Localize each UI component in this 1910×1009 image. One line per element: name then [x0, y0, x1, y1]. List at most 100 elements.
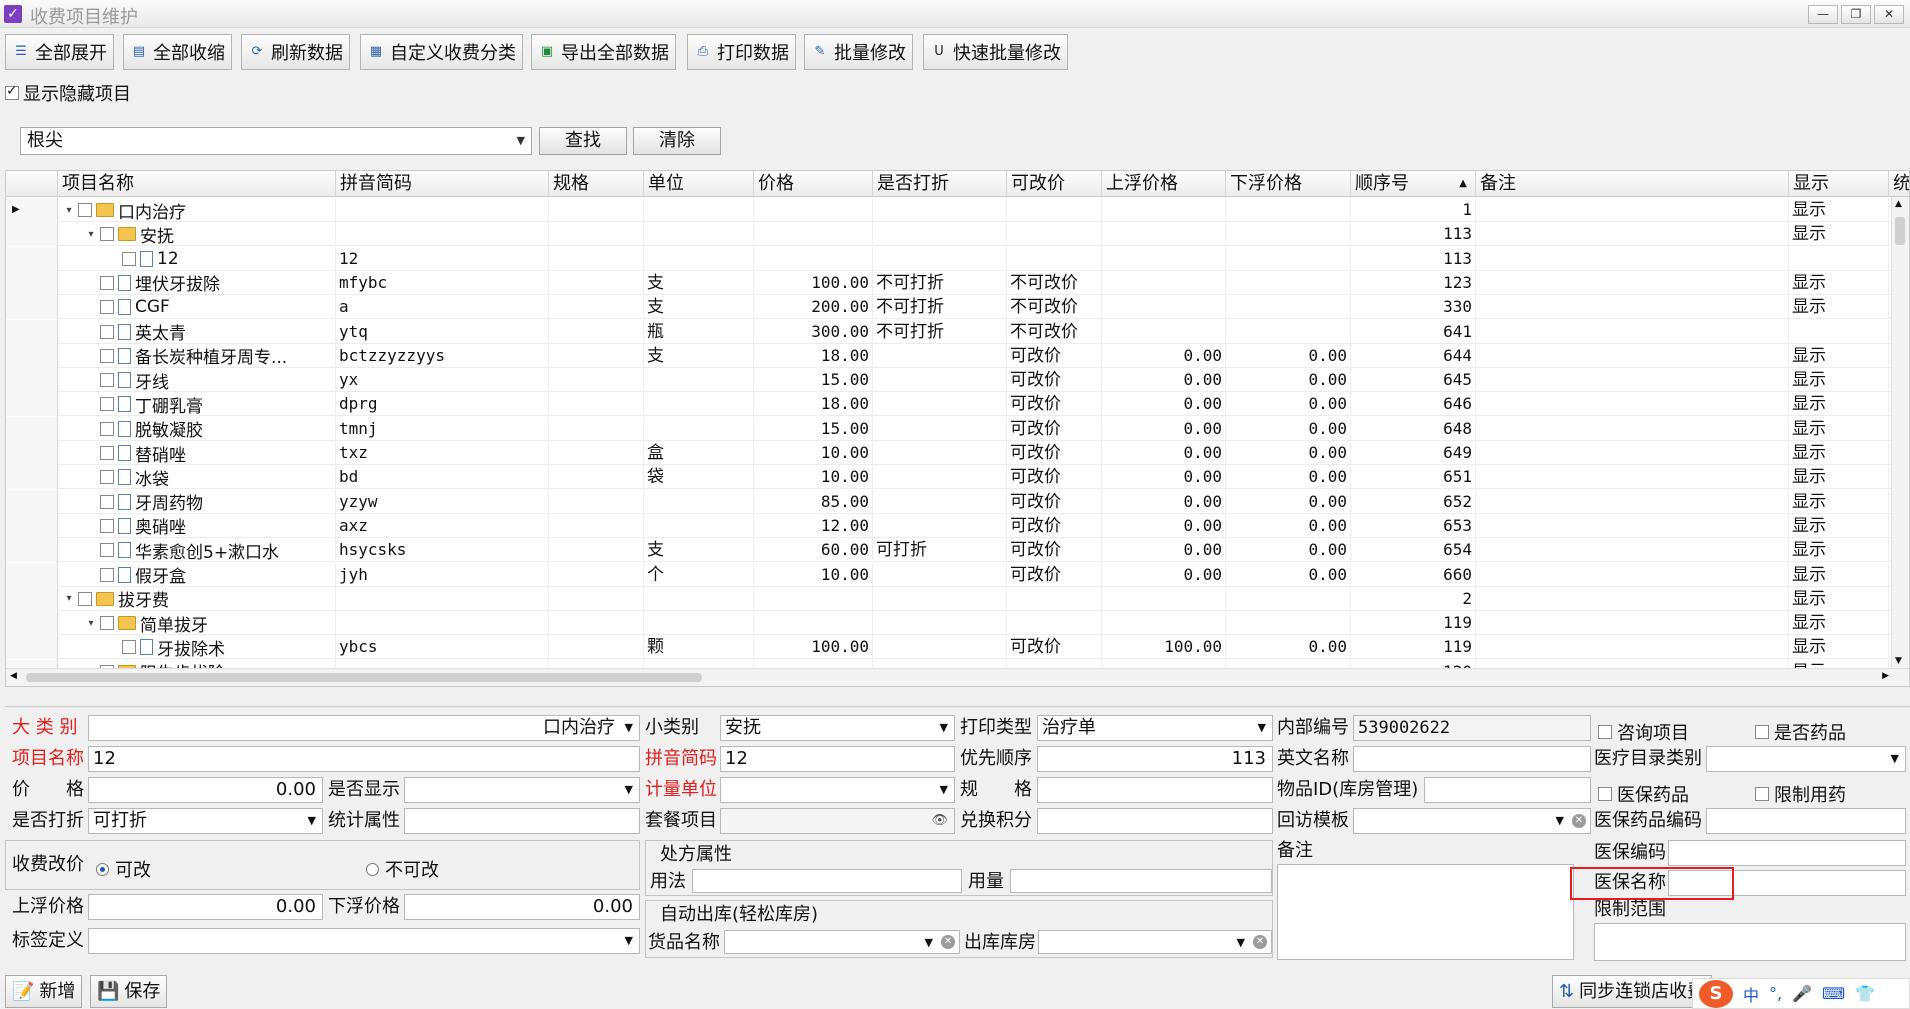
search-input[interactable]: 根尖 ▼	[20, 127, 532, 155]
row-checkbox[interactable]	[100, 494, 114, 509]
package-item-field[interactable]: 👁	[720, 808, 955, 834]
print-type-select[interactable]: 治疗单 ▼	[1037, 715, 1273, 741]
row-indicator[interactable]	[6, 319, 58, 344]
item-name-field[interactable]: 12	[88, 746, 640, 772]
horizontal-scroll-thumb[interactable]	[26, 673, 702, 682]
col-remarks[interactable]: 备注	[1476, 171, 1789, 197]
expand-toggle-icon[interactable]: ▾	[86, 229, 96, 240]
row-indicator[interactable]	[6, 368, 58, 393]
clear-icon[interactable]: ✕	[1572, 814, 1586, 828]
row-indicator[interactable]	[6, 416, 58, 441]
quick-batch-edit-button[interactable]: U 快速批量修改	[923, 34, 1068, 70]
row-indicator[interactable]	[6, 538, 58, 563]
row-indicator[interactable]	[6, 611, 58, 636]
table-row[interactable]: 脱敏凝胶 tmnj 15.00 可改价 0.00 0.00 648 显示	[6, 416, 1909, 441]
row-checkbox[interactable]	[100, 275, 114, 290]
english-name-field[interactable]	[1353, 746, 1591, 772]
row-indicator[interactable]	[6, 270, 58, 295]
table-row[interactable]: ▾ 简单拔牙 119 显示	[6, 611, 1909, 636]
chevron-down-icon[interactable]: ▼	[517, 128, 525, 154]
tag-def-select[interactable]: ▼	[88, 928, 640, 954]
row-checkbox[interactable]	[100, 348, 114, 363]
row-checkbox[interactable]	[78, 203, 92, 217]
collapse-all-button[interactable]: ▤ 全部收缩	[123, 34, 232, 70]
discount-select[interactable]: 可打折 ▼	[88, 808, 323, 834]
table-row[interactable]: 华素愈创5+漱口水 hsycsks 支 60.00 可打折 可改价 0.00 0.00 654 显…	[6, 538, 1909, 563]
find-button[interactable]: 查找	[539, 127, 627, 155]
table-row[interactable]: 假牙盒 jyh 个 10.00 可改价 0.00 0.00 660 显示	[6, 562, 1909, 587]
col-down-price[interactable]: 下浮价格	[1226, 171, 1351, 197]
batch-edit-button[interactable]: ✎ 批量修改	[804, 34, 913, 70]
row-checkbox[interactable]	[100, 446, 114, 460]
col-pinyin[interactable]: 拼音简码	[336, 171, 549, 197]
sync-chain-button[interactable]: ⇅ 同步连锁店收费	[1552, 975, 1712, 1008]
stat-attr-field[interactable]	[404, 808, 640, 834]
row-indicator[interactable]	[6, 659, 58, 668]
ime-language[interactable]: 中	[1743, 982, 1759, 1006]
row-checkbox[interactable]	[100, 300, 114, 315]
show-hidden-check[interactable]	[5, 83, 19, 100]
row-checkbox[interactable]	[100, 470, 114, 485]
clear-icon[interactable]: ✕	[1253, 935, 1267, 949]
print-button[interactable]: ⎙ 打印数据	[687, 34, 796, 70]
microphone-icon[interactable]: 🎤	[1792, 984, 1812, 1003]
table-row[interactable]: 牙周药物 yzyw 85.00 可改价 0.00 0.00 652 显示	[6, 489, 1909, 514]
minimize-button[interactable]: —	[1808, 5, 1838, 24]
row-indicator[interactable]	[6, 222, 58, 247]
is-drug-checkbox[interactable]: 是否药品	[1755, 719, 1846, 745]
expand-toggle-icon[interactable]: ▾	[86, 618, 96, 629]
restricted-drug-check[interactable]	[1755, 787, 1769, 801]
refresh-button[interactable]: ⟳ 刷新数据	[241, 34, 350, 70]
unit-select[interactable]: ▼	[720, 777, 955, 803]
insurance-code-field[interactable]	[1668, 840, 1906, 866]
expand-toggle-icon[interactable]: ▾	[64, 205, 74, 216]
table-row[interactable]: 英太青 ytq 瓶 300.00 不可打折 不可改价 641	[6, 319, 1909, 344]
table-row[interactable]: 替硝唑 txz 盒 10.00 可改价 0.00 0.00 649 显示	[6, 441, 1909, 466]
punctuation-icon[interactable]: °,	[1769, 984, 1782, 1003]
col-unit[interactable]: 单位	[644, 171, 754, 197]
table-row[interactable]: 埋伏牙拔除 mfybc 支 100.00 不可打折 不可改价 123 显示	[6, 270, 1909, 295]
insurance-drug-code-field[interactable]	[1706, 808, 1906, 834]
col-show[interactable]: 显示	[1789, 171, 1889, 197]
medical-catalog-select[interactable]: ▼	[1706, 746, 1906, 772]
save-button[interactable]: 💾 保存	[90, 975, 168, 1008]
points-field[interactable]	[1037, 808, 1273, 834]
warehouse-select[interactable]: ▼ ✕	[1038, 930, 1272, 954]
row-indicator[interactable]	[6, 343, 58, 368]
minor-category-select[interactable]: 安抚 ▼	[720, 715, 955, 741]
row-checkbox[interactable]	[100, 567, 114, 582]
row-indicator[interactable]	[6, 635, 58, 660]
table-row[interactable]: ▶ ▾ 口内治疗 1 显示	[6, 198, 1909, 223]
expand-all-button[interactable]: ☰ 全部展开	[5, 34, 114, 70]
horizontal-scrollbar[interactable]: ◀ ▶	[6, 668, 1909, 686]
vertical-scrollbar[interactable]: ▲ ▼	[1891, 197, 1909, 668]
priority-field[interactable]: 113	[1037, 746, 1273, 772]
keyboard-icon[interactable]: ⌨	[1822, 984, 1845, 1003]
row-indicator[interactable]	[6, 246, 58, 271]
row-checkbox[interactable]	[78, 591, 92, 606]
price-field[interactable]: 0.00	[88, 777, 323, 803]
table-row[interactable]: 牙拔除术 ybcs 颗 100.00 可改价 100.00 0.00 119 显示	[6, 635, 1909, 660]
row-indicator[interactable]	[6, 562, 58, 587]
restricted-drug-checkbox[interactable]: 限制用药	[1755, 781, 1846, 807]
scroll-down-icon[interactable]: ▼	[1895, 656, 1902, 666]
vertical-scroll-thumb[interactable]	[1895, 217, 1905, 245]
custom-category-button[interactable]: ▦ 自定义收费分类	[360, 34, 523, 70]
row-indicator[interactable]	[6, 392, 58, 417]
close-button[interactable]: ✕	[1874, 5, 1904, 24]
col-changeable[interactable]: 可改价	[1007, 171, 1102, 197]
spec-field[interactable]	[1037, 777, 1273, 803]
price-change-yes-radio[interactable]: 可改	[96, 856, 151, 882]
col-up-price[interactable]: 上浮价格	[1102, 171, 1226, 197]
row-checkbox[interactable]	[100, 518, 114, 533]
row-indicator[interactable]: ▶	[6, 198, 58, 222]
row-indicator[interactable]	[6, 586, 58, 611]
row-checkbox[interactable]	[100, 373, 114, 388]
table-row[interactable]: 奥硝唑 axz 12.00 可改价 0.00 0.00 653 显示	[6, 513, 1909, 538]
major-category-select[interactable]: 口内治疗 ▼	[88, 715, 640, 741]
table-row[interactable]: 丁硼乳膏 dprg 18.00 可改价 0.00 0.00 646 显示	[6, 392, 1909, 417]
restricted-range-field[interactable]	[1594, 923, 1906, 961]
consult-item-check[interactable]	[1598, 725, 1612, 739]
table-row[interactable]: ▾ 安抚 113 显示	[6, 222, 1909, 247]
row-checkbox[interactable]	[100, 421, 114, 436]
